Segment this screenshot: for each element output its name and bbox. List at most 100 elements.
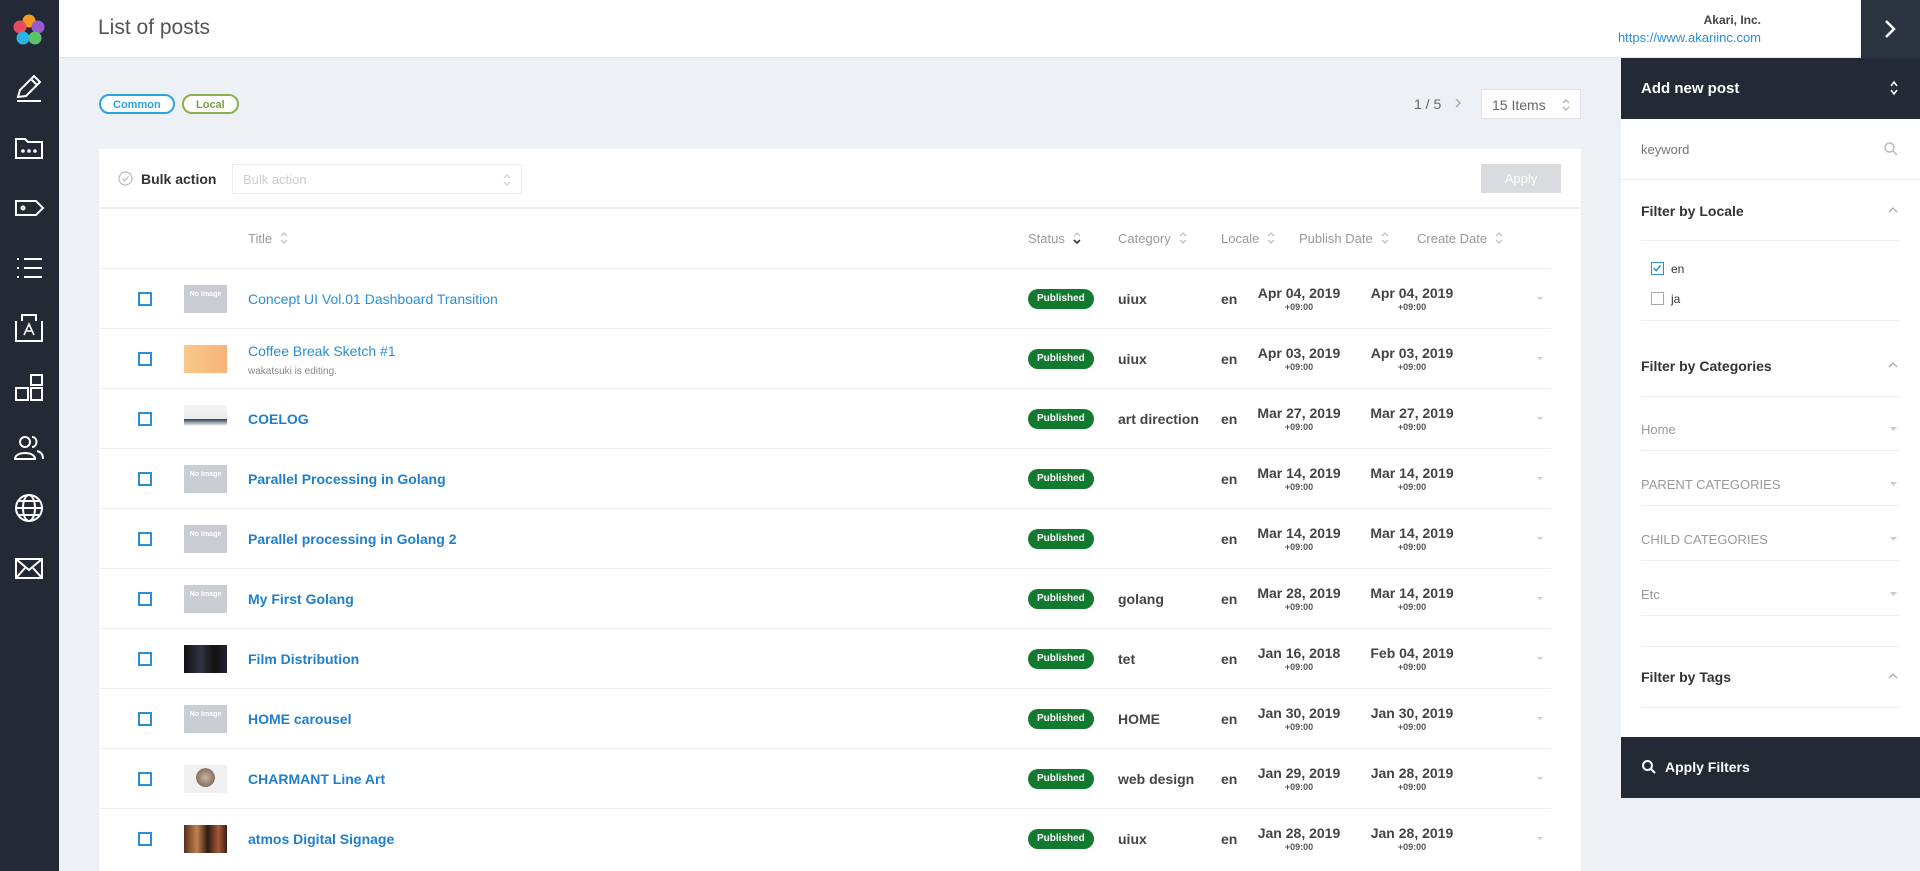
search-icon[interactable] bbox=[1883, 141, 1899, 157]
apply-button[interactable]: Apply bbox=[1481, 164, 1561, 193]
filter-locale-title[interactable]: Filter by Locale bbox=[1641, 203, 1744, 219]
sort-icon bbox=[1073, 232, 1081, 244]
table-row[interactable]: CHARMANT Line Art Published web design e… bbox=[99, 748, 1551, 808]
chevron-down-icon[interactable] bbox=[1535, 835, 1545, 843]
chevron-up-icon[interactable] bbox=[1887, 206, 1899, 214]
table-row[interactable]: COELOG Published art direction en Mar 27… bbox=[99, 388, 1551, 448]
chevron-down-icon[interactable] bbox=[1535, 415, 1545, 423]
list-icon[interactable] bbox=[12, 251, 46, 285]
table-row[interactable]: No Image My First Golang Published golan… bbox=[99, 568, 1551, 628]
image-text-icon[interactable] bbox=[12, 311, 46, 345]
blocks-icon[interactable] bbox=[12, 371, 46, 405]
post-thumbnail[interactable] bbox=[184, 765, 227, 793]
column-locale[interactable]: Locale bbox=[1221, 231, 1275, 246]
table-row[interactable]: atmos Digital Signage Published uiux en … bbox=[99, 808, 1551, 868]
publish-date-cell: Apr 04, 2019 +09:00 bbox=[1257, 285, 1341, 312]
local-chip[interactable]: Local bbox=[182, 94, 239, 114]
row-checkbox[interactable] bbox=[138, 532, 152, 546]
row-checkbox[interactable] bbox=[138, 292, 152, 306]
table-row[interactable]: Film Distribution Published tet en Jan 1… bbox=[99, 628, 1551, 688]
filter-tags-title[interactable]: Filter by Tags bbox=[1641, 669, 1731, 685]
no-image-thumbnail[interactable]: No Image bbox=[184, 285, 227, 313]
create-date-cell: Jan 28, 2019 +09:00 bbox=[1370, 825, 1454, 852]
create-date-cell: Jan 28, 2019 +09:00 bbox=[1370, 765, 1454, 792]
panel-toggle-button[interactable] bbox=[1861, 0, 1920, 58]
post-thumbnail[interactable] bbox=[184, 405, 227, 433]
post-title-link[interactable]: Concept UI Vol.01 Dashboard Transition bbox=[248, 291, 498, 307]
chevron-down-icon[interactable] bbox=[1535, 295, 1545, 303]
category-select[interactable]: PARENT CATEGORIES bbox=[1641, 477, 1900, 492]
category-select[interactable]: CHILD CATEGORIES bbox=[1641, 532, 1900, 547]
create-date-cell: Apr 03, 2019 +09:00 bbox=[1370, 345, 1454, 372]
table-row[interactable]: No Image Concept UI Vol.01 Dashboard Tra… bbox=[99, 268, 1551, 328]
items-per-page-select[interactable]: 15 Items bbox=[1481, 89, 1581, 119]
category-select[interactable]: Etc bbox=[1641, 587, 1900, 602]
column-title[interactable]: Title bbox=[248, 231, 288, 246]
post-title-link[interactable]: HOME carousel bbox=[248, 711, 351, 727]
row-checkbox[interactable] bbox=[138, 592, 152, 606]
users-icon[interactable] bbox=[12, 431, 46, 465]
row-checkbox[interactable] bbox=[138, 652, 152, 666]
chevron-down-icon[interactable] bbox=[1535, 535, 1545, 543]
locale-label-en[interactable]: en bbox=[1671, 262, 1684, 276]
column-status[interactable]: Status bbox=[1028, 231, 1081, 246]
post-title-link[interactable]: Film Distribution bbox=[248, 651, 359, 667]
chevron-down-icon[interactable] bbox=[1535, 475, 1545, 483]
pencil-icon[interactable] bbox=[12, 71, 46, 105]
column-create-date[interactable]: Create Date bbox=[1417, 231, 1503, 246]
table-row[interactable]: No Image HOME carousel Published HOME en… bbox=[99, 688, 1551, 748]
no-image-thumbnail[interactable]: No Image bbox=[184, 465, 227, 493]
chevron-down-icon[interactable] bbox=[1535, 355, 1545, 363]
check-circle-icon[interactable] bbox=[118, 171, 133, 186]
chevron-down-icon[interactable] bbox=[1535, 775, 1545, 783]
table-row[interactable]: Coffee Break Sketch #1 wakatsuki is edit… bbox=[99, 328, 1551, 388]
chevron-down-icon[interactable] bbox=[1535, 655, 1545, 663]
table-row[interactable]: No Image Parallel processing in Golang 2… bbox=[99, 508, 1551, 568]
no-image-thumbnail[interactable]: No Image bbox=[184, 705, 227, 733]
row-checkbox[interactable] bbox=[138, 712, 152, 726]
post-title-link[interactable]: Coffee Break Sketch #1 bbox=[248, 343, 396, 359]
folder-icon[interactable] bbox=[12, 131, 46, 165]
filter-panel: Add new post Filter by Locale en ja Filte… bbox=[1621, 58, 1920, 798]
no-image-thumbnail[interactable]: No Image bbox=[184, 525, 227, 553]
locale-cell: en bbox=[1221, 471, 1238, 487]
locale-checkbox-en[interactable] bbox=[1651, 262, 1664, 275]
post-title-link[interactable]: Parallel Processing in Golang bbox=[248, 471, 446, 487]
filter-categories-title[interactable]: Filter by Categories bbox=[1641, 358, 1772, 374]
company-url-link[interactable]: https://www.akariinc.com bbox=[1461, 30, 1761, 45]
no-image-thumbnail[interactable]: No Image bbox=[184, 585, 227, 613]
row-checkbox[interactable] bbox=[138, 352, 152, 366]
post-thumbnail[interactable] bbox=[184, 825, 227, 853]
locale-checkbox-ja[interactable] bbox=[1651, 292, 1664, 305]
next-page-icon[interactable] bbox=[1450, 91, 1466, 115]
category-select[interactable]: Home bbox=[1641, 422, 1900, 437]
common-chip[interactable]: Common bbox=[99, 94, 175, 114]
tag-icon[interactable] bbox=[12, 191, 46, 225]
chevron-up-icon[interactable] bbox=[1887, 361, 1899, 369]
logo-icon[interactable] bbox=[10, 12, 48, 50]
row-checkbox[interactable] bbox=[138, 412, 152, 426]
post-title-link[interactable]: atmos Digital Signage bbox=[248, 831, 394, 847]
post-title-link[interactable]: Parallel processing in Golang 2 bbox=[248, 531, 457, 547]
bulk-action-select[interactable]: Bulk action bbox=[232, 164, 522, 194]
post-thumbnail[interactable] bbox=[184, 645, 227, 673]
chevron-up-icon[interactable] bbox=[1887, 672, 1899, 680]
apply-filters-button[interactable]: Apply Filters bbox=[1621, 737, 1920, 798]
post-title-link[interactable]: My First Golang bbox=[248, 591, 354, 607]
chevron-down-icon[interactable] bbox=[1535, 715, 1545, 723]
row-checkbox[interactable] bbox=[138, 772, 152, 786]
column-category[interactable]: Category bbox=[1118, 231, 1187, 246]
chevron-down-icon[interactable] bbox=[1535, 595, 1545, 603]
row-checkbox[interactable] bbox=[138, 832, 152, 846]
post-title-link[interactable]: CHARMANT Line Art bbox=[248, 771, 385, 787]
globe-icon[interactable] bbox=[12, 491, 46, 525]
keyword-input[interactable] bbox=[1621, 119, 1920, 180]
locale-label-ja[interactable]: ja bbox=[1671, 292, 1680, 306]
add-new-post-header[interactable]: Add new post bbox=[1621, 58, 1920, 119]
column-publish-date[interactable]: Publish Date bbox=[1299, 231, 1389, 246]
post-title-link[interactable]: COELOG bbox=[248, 411, 309, 427]
table-row[interactable]: No Image Parallel Processing in Golang P… bbox=[99, 448, 1551, 508]
row-checkbox[interactable] bbox=[138, 472, 152, 486]
post-thumbnail[interactable] bbox=[184, 345, 227, 373]
mail-icon[interactable] bbox=[12, 551, 46, 585]
